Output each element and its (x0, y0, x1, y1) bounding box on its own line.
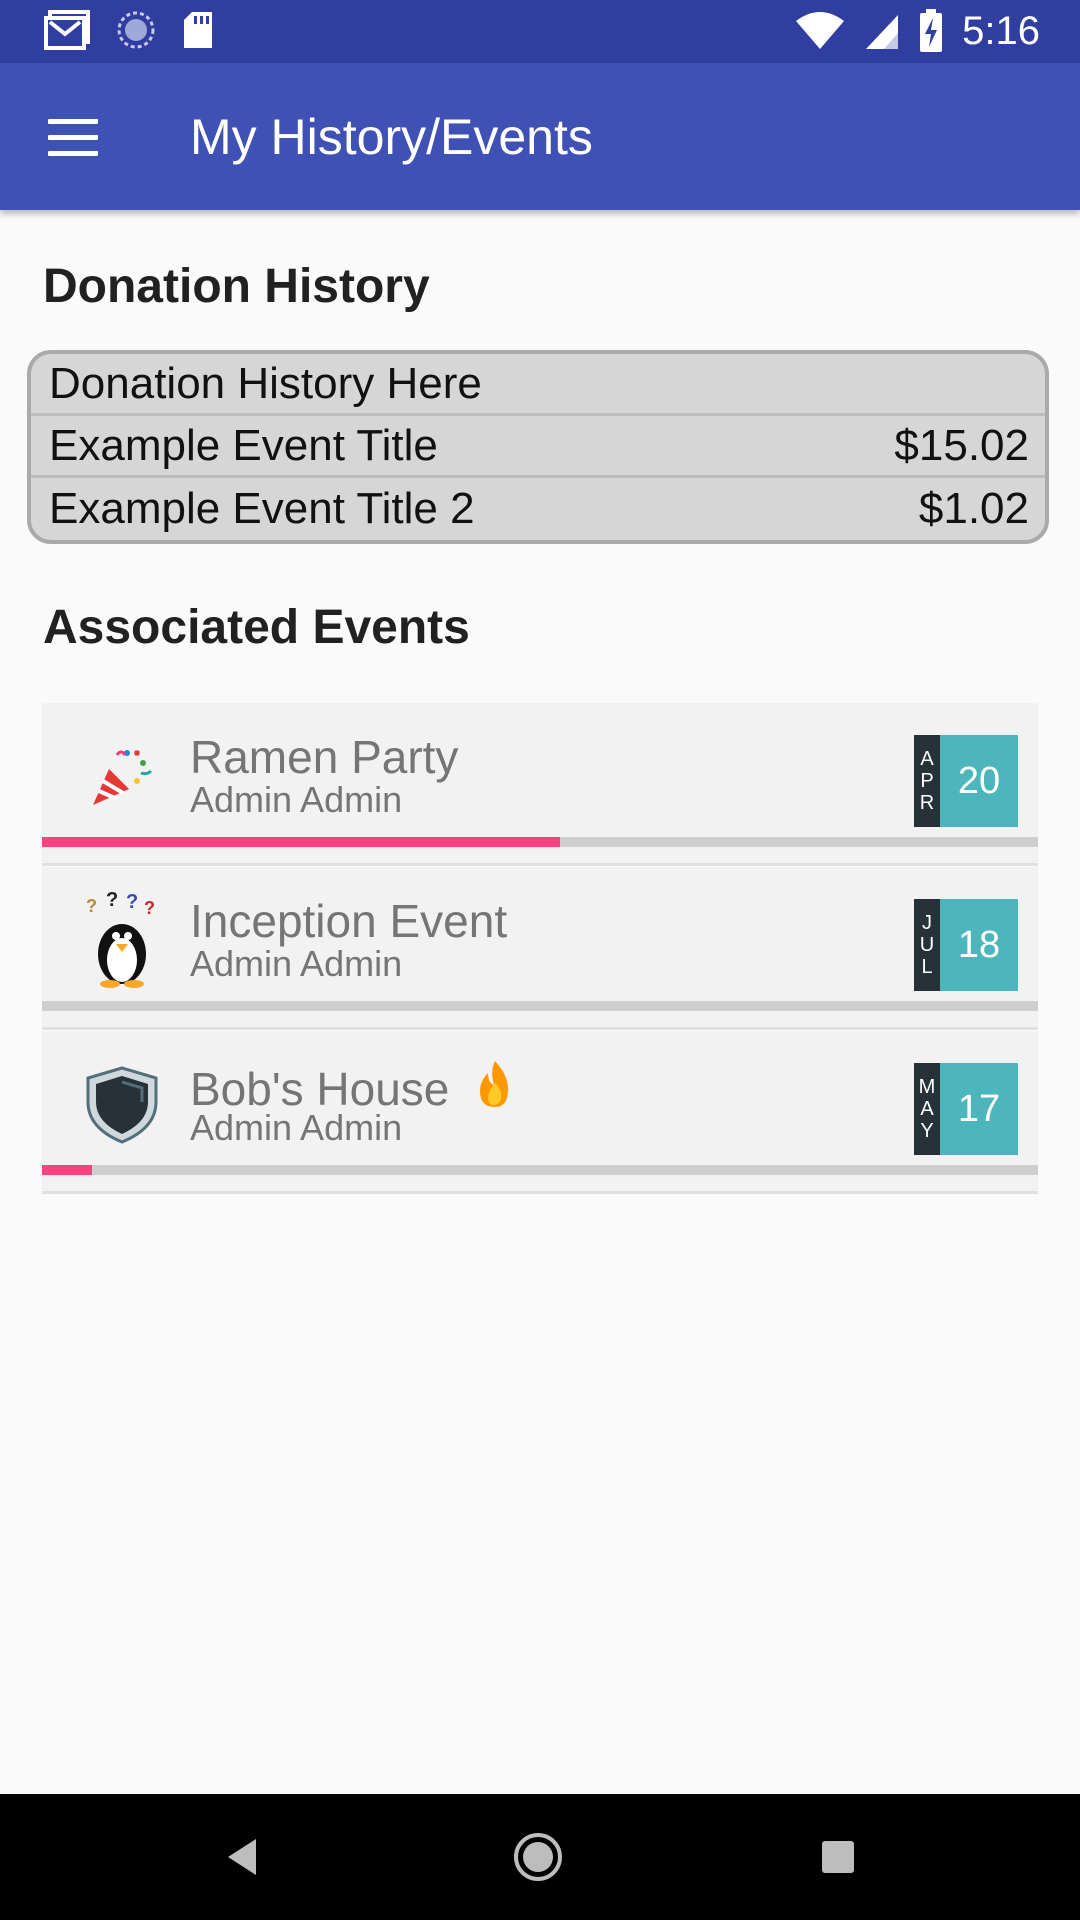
svg-text:?: ? (126, 892, 138, 913)
battery-charging-icon (920, 9, 943, 52)
donation-history-table: Donation History Here Example Event Titl… (27, 350, 1049, 544)
date-badge: M A Y 17 (914, 1063, 1018, 1155)
fire-icon (480, 1061, 509, 1107)
donation-history-heading: Donation History (43, 260, 430, 313)
status-system: 5:16 (794, 6, 1040, 56)
event-subtitle: Admin Admin (190, 943, 403, 984)
event-subtitle: Admin Admin (190, 1107, 403, 1148)
event-card-bobs-house[interactable]: Bob's House Admin Admin M A Y 17 (42, 1031, 1038, 1194)
event-title: Inception Event (190, 895, 508, 947)
svg-text:?: ? (144, 898, 155, 918)
page-title: My History/Events (190, 109, 593, 165)
donation-event-title: Example Event Title 2 (49, 484, 475, 533)
event-progress-bar (42, 1165, 1038, 1175)
sync-icon (117, 11, 155, 49)
event-progress-fill (42, 837, 560, 847)
svg-text:?: ? (106, 892, 118, 911)
status-bar: 5:16 (0, 0, 1080, 63)
home-icon[interactable] (508, 1827, 568, 1887)
date-badge: J U L 18 (914, 899, 1018, 991)
status-time: 5:16 (962, 9, 1040, 53)
event-progress-bar (42, 1001, 1038, 1011)
event-subtitle: Admin Admin (190, 779, 403, 820)
svg-text:?: ? (86, 896, 97, 916)
donation-amount: $15.02 (894, 420, 1029, 470)
donation-event-title: Example Event Title (49, 420, 438, 470)
date-day: 17 (940, 1063, 1018, 1155)
event-title: Ramen Party (190, 731, 459, 783)
donation-row[interactable]: Example Event Title $15.02 (31, 416, 1045, 478)
date-day: 20 (940, 735, 1018, 827)
donation-header-row: Donation History Here (31, 354, 1045, 416)
status-notifications (44, 10, 214, 50)
donation-row[interactable]: Example Event Title 2 $1.02 (31, 478, 1045, 540)
date-month: M A Y (914, 1063, 940, 1155)
donation-header-label: Donation History Here (49, 358, 482, 408)
signal-icon (866, 15, 899, 49)
recents-icon[interactable] (808, 1827, 868, 1887)
donation-amount: $1.02 (918, 484, 1029, 533)
system-nav-bar (0, 1794, 1080, 1920)
date-day: 18 (940, 899, 1018, 991)
associated-events-heading: Associated Events (43, 601, 470, 654)
hamburger-menu-icon[interactable] (36, 107, 108, 167)
back-icon[interactable] (212, 1827, 272, 1887)
date-month: A P R (914, 735, 940, 827)
event-card-inception-event[interactable]: ? ? ? ? Inception Event Admin Admin J U … (42, 867, 1038, 1030)
gmail-icon (44, 10, 90, 50)
event-progress-bar (42, 837, 1038, 847)
penguin-icon: ? ? ? ? (77, 892, 167, 988)
date-badge: A P R 20 (914, 735, 1018, 827)
sd-card-icon (184, 12, 212, 48)
date-month: J U L (914, 899, 940, 991)
app-bar: My History/Events (0, 63, 1080, 210)
event-progress-fill (42, 1165, 92, 1175)
event-card-ramen-party[interactable]: Ramen Party Admin Admin A P R 20 (42, 703, 1038, 866)
wifi-icon (796, 12, 845, 49)
party-popper-icon (77, 731, 167, 821)
shield-icon (77, 1059, 167, 1149)
